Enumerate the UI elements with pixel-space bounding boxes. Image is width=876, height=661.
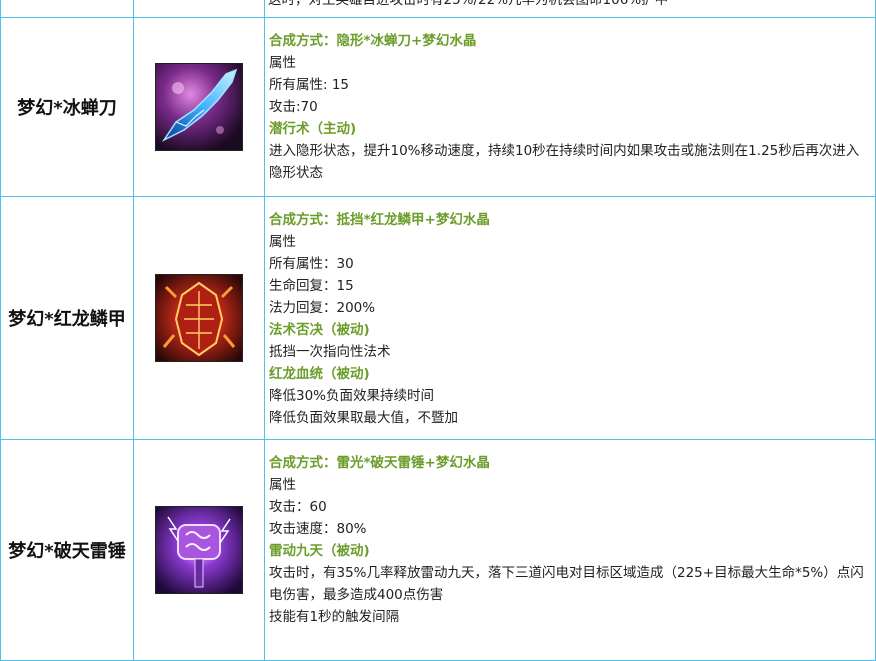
item-description: 合成方式：抵挡*红龙鳞甲+梦幻水晶 属性 所有属性：30 生命回复：15 法力回… [264,197,876,439]
skill-desc: 攻击时，有35%几率释放雷动九天，落下三道闪电对目标区域造成（225+目标最大生… [269,565,864,603]
attr-heading: 属性 [269,477,296,493]
table-row: 梦幻*红龙鳞甲 合成方式：抵挡*红龙鳞甲+梦幻水晶 属性 所有属性：30 生命回… [0,197,876,440]
skill-desc: 进入隐形状态，提升10%移动速度，持续10秒在持续时间内如果攻击或施法则在1.2… [269,143,860,181]
item-description: 合成方式：雷光*破天雷锤+梦幻水晶 属性 攻击：60 攻击速度：80% 雷动九天… [264,440,876,660]
red-dragon-armor-icon [155,274,243,362]
ice-blade-icon [155,63,243,151]
attr-line: 攻击速度：80% [269,521,367,537]
recipe-text: 合成方式：抵挡*红龙鳞甲+梦幻水晶 [269,212,490,228]
attr-heading: 属性 [269,55,296,71]
attr-line: 攻击:70 [269,99,318,115]
skill-name: 雷动九天（被动) [269,543,370,559]
table-row: 梦幻*破天雷锤 合成方式：雷光*破天雷锤+梦幻水晶 属性 攻击：60 攻击速度：… [0,440,876,661]
recipe-text: 合成方式：雷光*破天雷锤+梦幻水晶 [269,455,490,471]
attr-line: 所有属性: 15 [269,77,350,93]
attr-line: 所有属性：30 [269,256,354,272]
item-table: 梦幻*冰蝉刀 合成方式：隐形*冰蝉刀+梦幻水晶 属性 所有属性: 15 攻击:7… [0,0,876,661]
skill-name: 法术否决（被动) [269,322,370,338]
item-description: 合成方式：隐形*冰蝉刀+梦幻水晶 属性 所有属性: 15 攻击:70 潜行术（主… [264,18,876,196]
skill-desc: 降低30%负面效果持续时间 [269,388,435,404]
skill-desc: 降低负面效果取最大值，不暨加 [269,410,458,426]
attr-line: 法力回复：200% [269,300,376,316]
attr-line: 生命回复：15 [269,278,354,294]
attr-heading: 属性 [269,234,296,250]
skill-name: 红龙血统（被动) [269,366,370,382]
skill-desc: 抵挡一次指向性法术 [269,344,391,360]
recipe-text: 合成方式：隐形*冰蝉刀+梦幻水晶 [269,33,477,49]
skill-desc: 技能有1秒的触发间隔 [269,609,400,625]
item-name: 梦幻*红龙鳞甲 [0,197,133,439]
item-name: 梦幻*破天雷锤 [0,440,133,660]
previous-row [0,0,876,18]
item-name: 梦幻*冰蝉刀 [0,18,133,196]
table-row: 梦幻*冰蝉刀 合成方式：隐形*冰蝉刀+梦幻水晶 属性 所有属性: 15 攻击:7… [0,18,876,197]
skill-name: 潜行术（主动) [269,121,357,137]
attr-line: 攻击：60 [269,499,327,515]
thunder-hammer-icon [155,506,243,594]
